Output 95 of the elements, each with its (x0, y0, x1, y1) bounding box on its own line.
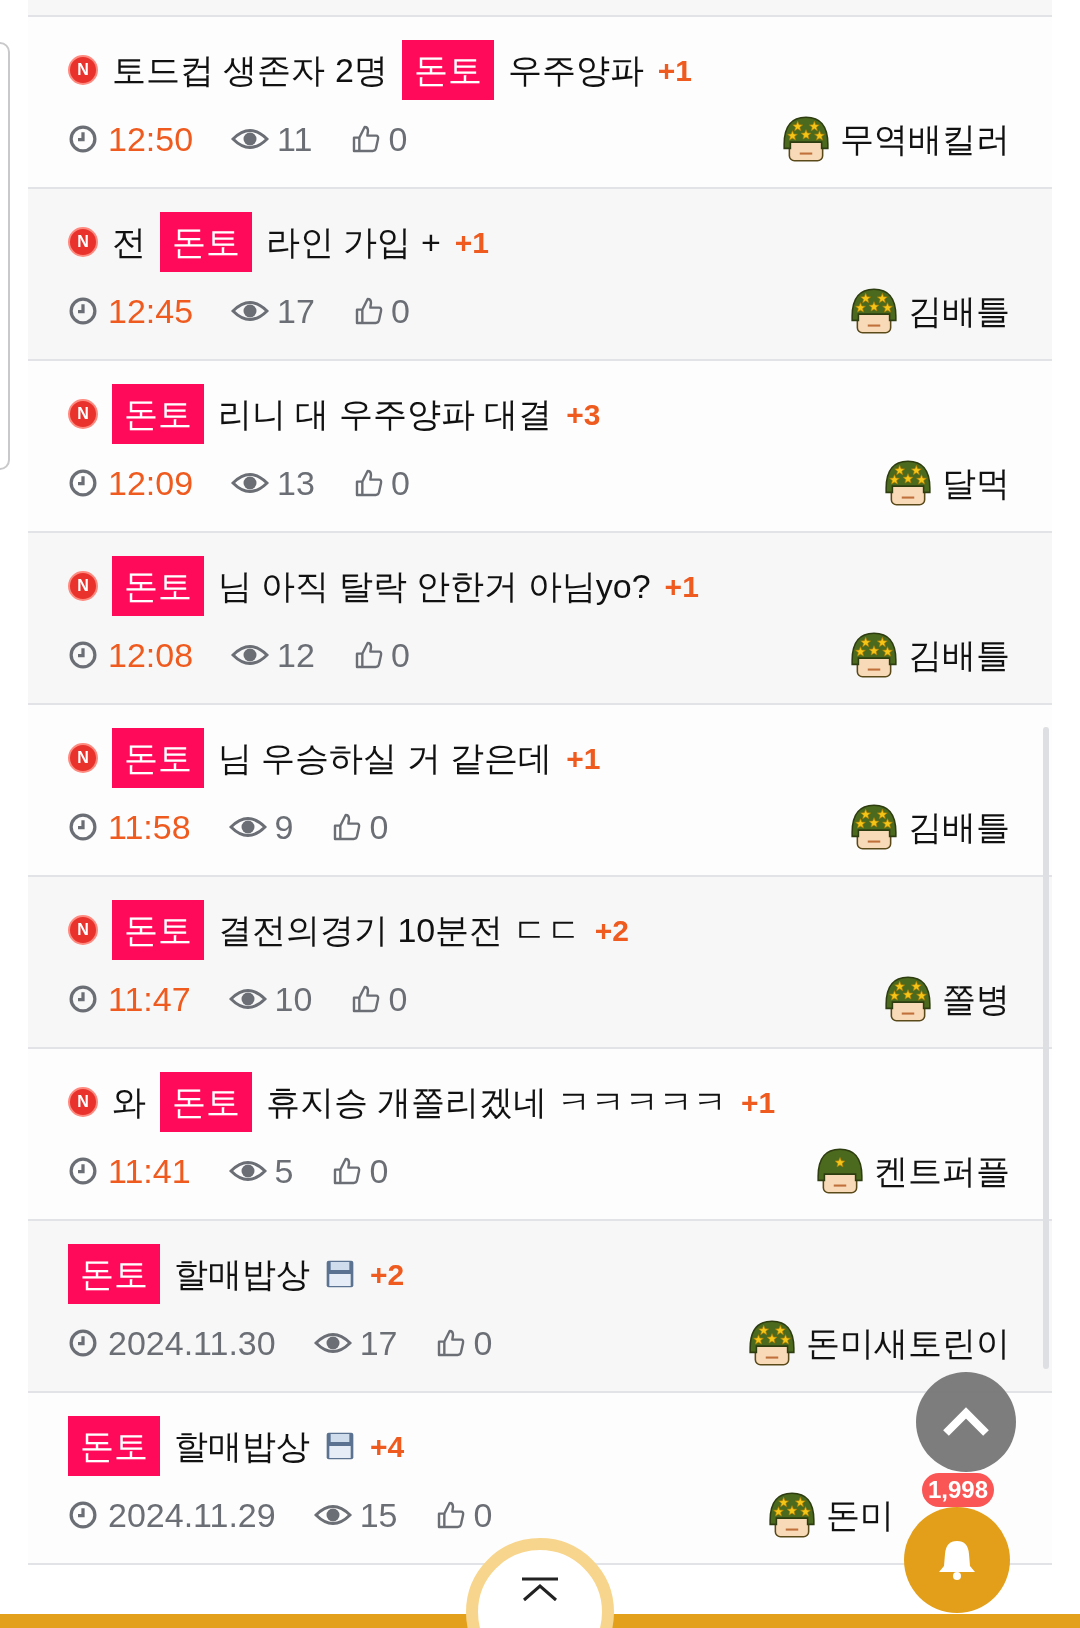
clock-icon (68, 812, 98, 842)
post-time: 11:41 (108, 1150, 191, 1192)
author-name[interactable]: 쫄병 (942, 973, 1010, 1025)
post-title[interactable]: 할매밥상 (174, 1248, 310, 1300)
post-title[interactable]: 리니 대 우주양파 대결 (218, 388, 553, 440)
notification-count: 1,998 (922, 1473, 995, 1507)
eye-icon (228, 986, 267, 1012)
comment-count: +1 (664, 568, 699, 605)
author-name[interactable]: 무역배킬러 (840, 113, 1010, 165)
eye-icon (231, 126, 270, 152)
author-name[interactable]: 돈미 (826, 1489, 894, 1541)
author-name[interactable]: 김배틀 (908, 629, 1010, 681)
clock-icon (68, 468, 98, 498)
comment-count: +1 (740, 1084, 776, 1121)
new-badge: N (68, 1087, 98, 1117)
author-name[interactable]: 켄트퍼플 (874, 1145, 1010, 1197)
category-tag: 돈토 (160, 1072, 252, 1132)
view-count: 13 (277, 462, 315, 504)
eye-icon (313, 1502, 352, 1528)
eye-icon (313, 1330, 352, 1356)
post-title[interactable]: 토드컵 생존자 2명 (112, 44, 388, 96)
eye-icon (231, 470, 270, 496)
clock-icon (68, 296, 98, 326)
clock-icon (68, 1156, 98, 1186)
post-time: 12:45 (108, 290, 194, 332)
new-badge: N (68, 227, 98, 257)
post-title[interactable]: 휴지승 개쫄리겠네 ㅋㅋㅋㅋㅋ (266, 1076, 727, 1128)
author-name[interactable]: 김배틀 (908, 285, 1010, 337)
category-tag: 돈토 (112, 728, 204, 788)
new-badge: N (68, 399, 98, 429)
category-tag: 돈토 (68, 1416, 160, 1476)
comment-count: +1 (454, 224, 489, 261)
category-tag: 돈토 (112, 556, 204, 616)
clock-icon (68, 124, 98, 154)
like-count: 0 (369, 1150, 389, 1192)
category-tag: 돈토 (112, 900, 204, 960)
view-count: 9 (274, 806, 294, 848)
category-tag: 돈토 (401, 40, 494, 100)
category-tag: 돈토 (160, 212, 252, 272)
clock-icon (68, 1328, 98, 1358)
post-title[interactable]: 할매밥상 (174, 1420, 310, 1472)
post-time: 11:47 (108, 978, 191, 1020)
clock-icon (68, 1500, 98, 1530)
comment-count: +1 (566, 740, 601, 777)
like-count: 0 (388, 978, 408, 1020)
new-badge: N (68, 55, 98, 85)
post-time: 12:09 (108, 462, 194, 504)
post-title[interactable]: 님 아직 탈락 안한거 아님yo? (218, 560, 651, 612)
scroll-top-icon (520, 1576, 560, 1602)
category-tag: 돈토 (68, 1244, 160, 1304)
post-title[interactable]: 우주양파 (507, 44, 644, 96)
post-time: 2024.11.29 (108, 1494, 276, 1536)
post-time: 12:50 (108, 118, 194, 160)
clock-icon (68, 984, 98, 1014)
view-count: 10 (274, 978, 313, 1020)
comment-count: +4 (370, 1428, 405, 1465)
comment-count: +1 (657, 52, 693, 89)
like-count: 0 (390, 290, 410, 332)
new-badge: N (68, 743, 98, 773)
eye-icon (228, 1158, 267, 1184)
like-count: 0 (369, 806, 389, 848)
comment-count: +3 (566, 396, 601, 433)
new-badge: N (68, 915, 98, 945)
category-tag: 돈토 (112, 384, 204, 444)
like-count: 0 (390, 634, 410, 676)
like-count: 0 (473, 1322, 493, 1364)
author-name[interactable]: 김배틀 (908, 801, 1010, 853)
view-count: 17 (277, 290, 315, 332)
post-title[interactable]: 와 (112, 1076, 146, 1128)
like-count: 0 (390, 462, 410, 504)
view-count: 11 (277, 118, 313, 160)
author-name[interactable]: 달먹 (942, 457, 1010, 509)
post-title[interactable]: 전 (112, 216, 146, 268)
view-count: 17 (359, 1322, 398, 1364)
like-count: 0 (388, 118, 408, 160)
like-count: 0 (473, 1494, 493, 1536)
comment-count: +2 (370, 1256, 405, 1293)
eye-icon (231, 642, 270, 668)
view-count: 12 (277, 634, 315, 676)
chevron-up-icon (942, 1407, 990, 1437)
post-title[interactable]: 결전의경기 10분전 ㄷㄷ (218, 904, 581, 956)
post-time: 2024.11.30 (108, 1322, 276, 1364)
post-time: 12:08 (108, 634, 194, 676)
post-title[interactable]: 님 우승하실 거 같은데 (218, 732, 553, 784)
eye-icon (228, 814, 267, 840)
bell-icon (937, 1538, 977, 1582)
comment-count: +2 (594, 912, 629, 949)
view-count: 5 (274, 1150, 294, 1192)
eye-icon (231, 298, 270, 324)
clock-icon (68, 640, 98, 670)
new-badge: N (68, 571, 98, 601)
post-title[interactable]: 라인 가입 + (266, 216, 441, 268)
post-time: 11:58 (108, 806, 191, 848)
author-name[interactable]: 돈미새토린이 (806, 1317, 1010, 1369)
view-count: 15 (359, 1494, 398, 1536)
